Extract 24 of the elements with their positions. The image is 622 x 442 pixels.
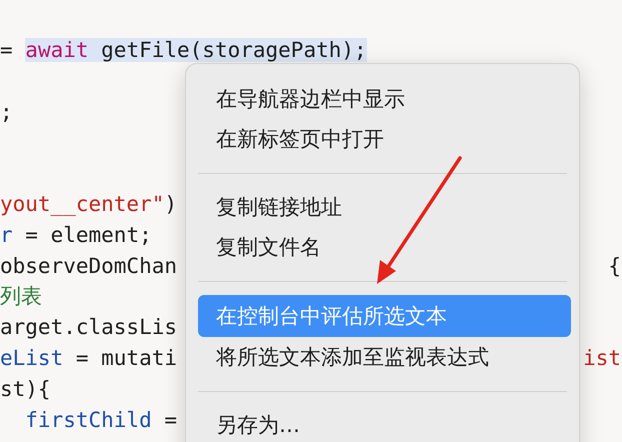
code-text: = element;: [24, 222, 152, 247]
code-text: eList: [0, 346, 64, 370]
code-text: getFile(storagePath);: [88, 38, 367, 62]
code-text: r: [0, 222, 13, 247]
menu-item[interactable]: 复制文件名: [198, 227, 571, 267]
code-text: st){: [0, 376, 51, 401]
menu-item[interactable]: 在导航器边栏中显示: [198, 79, 571, 119]
code-text: arget.classLis: [0, 315, 178, 340]
code-text: observeDomChan: [0, 254, 178, 278]
code-text: =: [163, 408, 178, 432]
code-text: ist: [583, 344, 621, 372]
code-text: await: [25, 38, 89, 62]
code-text: =: [0, 38, 14, 62]
code-text: ): [164, 192, 178, 216]
menu-item[interactable]: 另存为…: [198, 405, 571, 442]
code-text: {: [608, 252, 621, 280]
code-text: yout__center": [0, 192, 164, 216]
code-text: = mutati: [74, 346, 178, 370]
code-text: firstChild: [24, 408, 152, 432]
code-text: 列表: [0, 284, 42, 308]
code-text: ;: [0, 100, 13, 124]
menu-item[interactable]: 将所选文本添加至监视表达式: [198, 337, 571, 377]
menu-item[interactable]: 在新标签页中打开: [198, 119, 571, 159]
menu-item[interactable]: 复制链接地址: [198, 187, 571, 227]
